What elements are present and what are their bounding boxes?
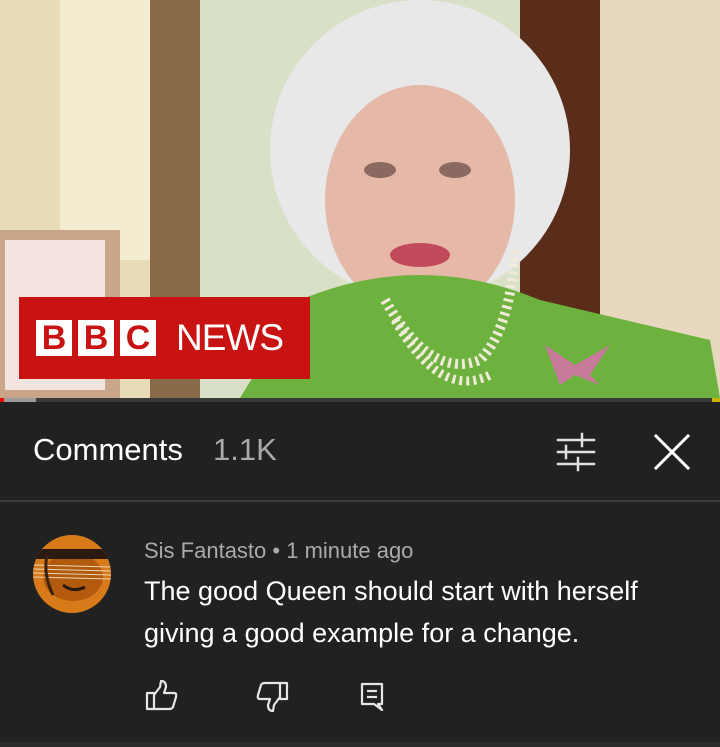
video-player[interactable]: B B C NEWS <box>0 0 720 398</box>
avatar[interactable] <box>33 535 111 613</box>
like-icon[interactable] <box>142 676 182 716</box>
close-icon[interactable] <box>648 428 696 476</box>
comments-count: 1.1K <box>213 432 277 467</box>
reply-icon[interactable] <box>352 676 392 716</box>
bbc-news-logo: B B C NEWS <box>19 297 310 379</box>
sliders-icon[interactable] <box>552 428 600 476</box>
logo-letter: C <box>120 320 156 356</box>
comment-meta: Sis Fantasto • 1 minute ago <box>144 538 413 564</box>
comment-text: The good Queen should start with herself… <box>144 576 638 648</box>
dislike-icon[interactable] <box>252 676 292 716</box>
logo-letter: B <box>36 320 72 356</box>
comments-header: Comments 1.1K <box>0 402 720 500</box>
comment-author[interactable]: Sis Fantasto <box>144 538 266 563</box>
logo-word: NEWS <box>176 317 284 358</box>
comments-title: Comments <box>33 432 183 467</box>
comment-time: 1 minute ago <box>286 538 414 563</box>
logo-letter: B <box>78 320 114 356</box>
meta-separator: • <box>266 538 287 563</box>
bottom-divider <box>0 742 720 747</box>
comment-item: Sis Fantasto • 1 minute ago The good Que… <box>0 502 720 742</box>
